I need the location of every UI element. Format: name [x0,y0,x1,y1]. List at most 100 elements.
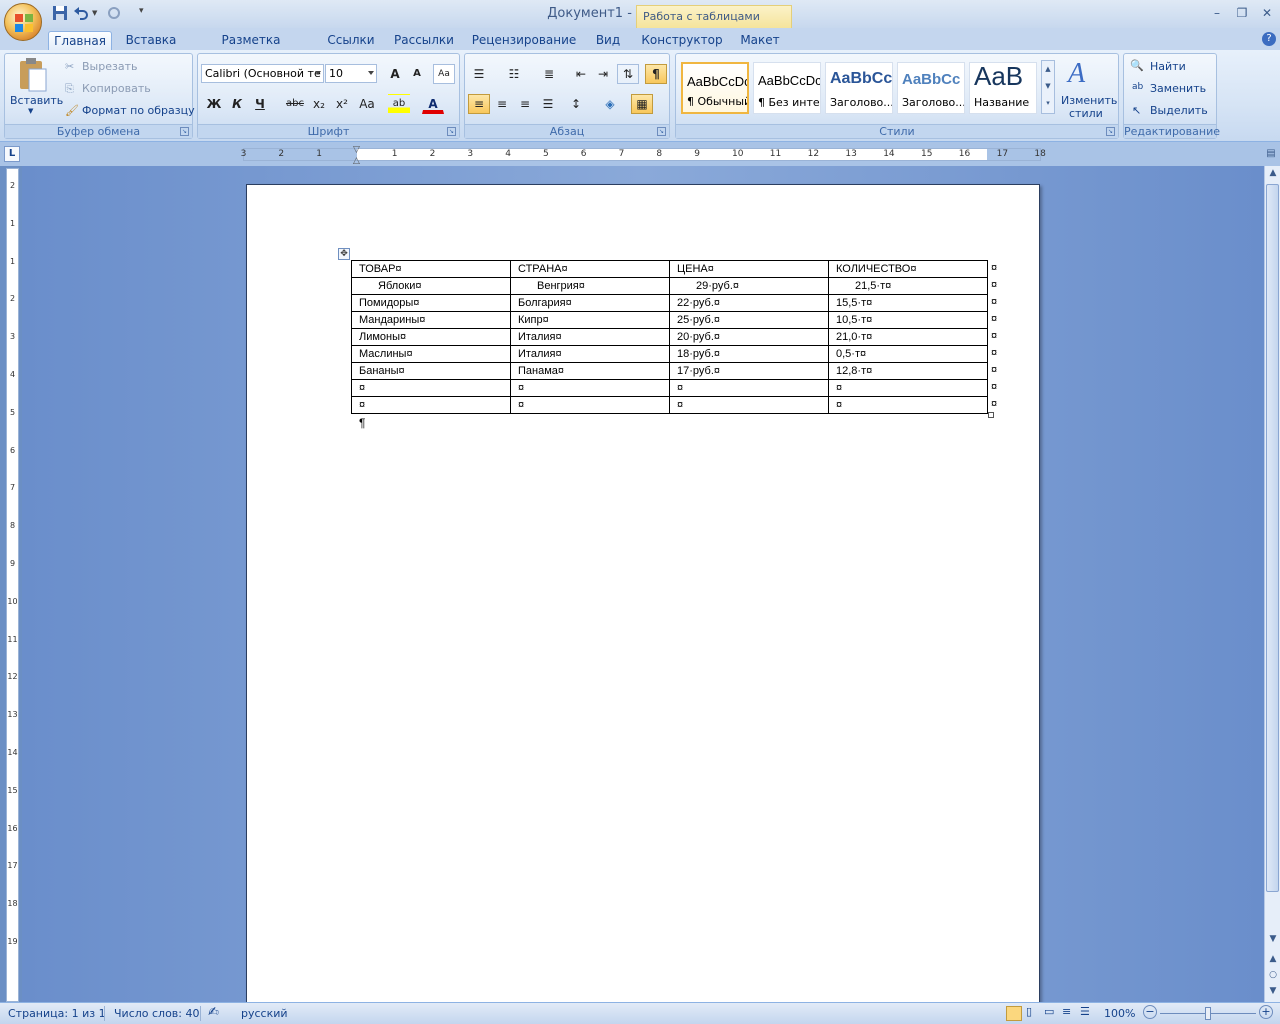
table-cell[interactable]: 15,5·т¤ [828,294,988,312]
replace-button[interactable]: Заменить [1150,82,1206,95]
subscript-button[interactable]: x₂ [308,94,330,114]
table-cell[interactable]: Венгрия¤ [510,277,670,295]
font-color-button[interactable]: A [422,94,444,114]
view-ruler-icon[interactable]: ▤ [1264,148,1278,162]
maximize-button[interactable]: ❐ [1233,6,1251,20]
select-button[interactable]: Выделить [1150,104,1208,117]
shrink-font-button[interactable]: A [406,64,428,84]
table-cell[interactable]: Лимоны¤ [351,328,511,346]
table-cell[interactable]: ¤ [828,396,988,414]
change-styles-label-1[interactable]: Изменить [1061,94,1117,107]
clipboard-launcher-icon[interactable]: ↘ [180,127,189,136]
tab-mailings[interactable]: Рассылки [392,31,456,50]
previous-page-icon[interactable]: ▲ [1267,952,1279,966]
copy-button[interactable]: Копировать [82,82,151,95]
table-cell[interactable]: Италия¤ [510,345,670,363]
left-indent-icon[interactable]: △ [353,156,360,166]
page-count[interactable]: Страница: 1 из 1 [8,1007,106,1020]
italic-button[interactable]: К [226,94,248,114]
decrease-indent-icon[interactable]: ⇤ [570,64,592,84]
table-cell[interactable]: ¤ [351,379,511,397]
browse-object-icon[interactable]: ○ [1267,968,1279,982]
justify-icon[interactable]: ☰ [537,94,559,114]
strikethrough-button[interactable]: abc [284,94,306,114]
font-launcher-icon[interactable]: ↘ [447,127,456,136]
align-right-icon[interactable]: ≡ [514,94,536,114]
style-heading1[interactable]: AaBbCс Заголово... [825,62,893,114]
table-resize-handle[interactable] [988,412,994,418]
table-cell[interactable]: Кипр¤ [510,311,670,329]
draft-icon[interactable]: ☰ [1080,1005,1090,1018]
vertical-scrollbar[interactable]: ▲ ▼ ▲ ○ ▼ [1264,166,1280,1002]
align-center-icon[interactable]: ≡ [491,94,513,114]
change-styles-icon[interactable]: A [1068,58,1085,90]
table-cell[interactable]: ¤ [510,379,670,397]
table-cell[interactable]: Маслины¤ [351,345,511,363]
table-cell[interactable]: 29·руб.¤ [669,277,829,295]
style-no-spacing[interactable]: AaBbCcDc ¶ Без инте... [753,62,821,114]
styles-launcher-icon[interactable]: ↘ [1106,127,1115,136]
zoom-in-icon[interactable]: + [1259,1005,1273,1019]
table-cell[interactable]: Помидоры¤ [351,294,511,312]
tab-insert[interactable]: Вставка [120,31,182,50]
print-layout-icon[interactable] [1006,1006,1022,1021]
change-styles-label-2[interactable]: стили [1069,107,1103,120]
table-cell[interactable]: Бананы¤ [351,362,511,380]
paste-icon[interactable] [17,57,49,93]
horizontal-ruler[interactable]: 3 2 1 1 2 3 4 5 6 7 8 9 10 11 12 13 14 15 16 17 18 [241,148,1046,161]
tab-view[interactable]: Вид [590,31,626,50]
table-cell[interactable]: ¤ [510,396,670,414]
first-line-indent-icon[interactable]: ▽ [353,145,360,155]
table-cell[interactable]: 18·руб.¤ [669,345,829,363]
table-cell[interactable]: КОЛИЧЕСТВО¤ [828,260,988,278]
scroll-down-icon[interactable]: ▼ [1267,932,1279,946]
table-cell[interactable]: ¤ [351,396,511,414]
font-size-dropdown-icon[interactable] [368,71,374,75]
language[interactable]: русский [241,1007,288,1020]
sort-icon[interactable]: ⇅ [617,64,639,84]
proofing-icon[interactable]: ✍ [208,1005,219,1020]
tab-selector-button[interactable]: L [4,146,20,162]
paste-dropdown-icon[interactable]: ▼ [28,107,33,115]
minimize-button[interactable]: – [1208,6,1226,20]
align-left-icon[interactable]: ≡ [468,94,490,114]
table-cell[interactable]: СТРАНА¤ [510,260,670,278]
cut-button[interactable]: Вырезать [82,60,137,73]
table-cell[interactable]: 12,8·т¤ [828,362,988,380]
clear-formatting-icon[interactable]: Aa [433,64,455,84]
tab-layout[interactable]: Макет [734,31,786,50]
find-button[interactable]: Найти [1150,60,1186,73]
table-cell[interactable]: Мандарины¤ [351,311,511,329]
full-screen-reading-icon[interactable]: ▯ [1026,1005,1032,1018]
font-size-field[interactable]: 10 [325,64,377,83]
format-painter-button[interactable]: Формат по образцу [82,104,195,117]
help-icon[interactable]: ? [1262,32,1276,46]
table-cell[interactable]: ЦЕНА¤ [669,260,829,278]
numbering-icon[interactable]: ☷ [503,64,525,84]
table-cell[interactable]: 20·руб.¤ [669,328,829,346]
table-cell[interactable]: 21,0·т¤ [828,328,988,346]
tab-design[interactable]: Конструктор [640,31,724,50]
table-cell[interactable]: Яблоки¤ [351,277,511,295]
table-move-handle-icon[interactable]: ✥ [338,248,350,260]
web-layout-icon[interactable]: ▭ [1044,1005,1054,1018]
tab-home[interactable]: Главная [48,31,112,50]
bold-button[interactable]: Ж [203,94,225,114]
table-cell[interactable]: ТОВАР¤ [351,260,511,278]
change-case-button[interactable]: Aa [356,94,378,114]
show-formatting-marks-icon[interactable]: ¶ [645,64,667,84]
style-normal[interactable]: AaBbCcDc ¶ Обычный [681,62,749,114]
font-name-field[interactable]: Calibri (Основной те [201,64,324,83]
paragraph-launcher-icon[interactable]: ↘ [657,127,666,136]
table-cell[interactable]: 17·руб.¤ [669,362,829,380]
vertical-ruler[interactable]: 2 1 1 2 3 4 5 6 7 8 9 10 11 12 13 14 15 16 17 18 19 [6,168,19,1002]
word-count[interactable]: Число слов: 40 [114,1007,200,1020]
zoom-slider-thumb[interactable] [1205,1007,1211,1020]
table-cell[interactable]: ¤ [669,396,829,414]
scroll-up-icon[interactable]: ▲ [1267,166,1279,180]
line-spacing-icon[interactable]: ↕ [565,94,587,114]
multilevel-list-icon[interactable]: ≣ [538,64,560,84]
superscript-button[interactable]: x² [331,94,353,114]
shading-icon[interactable]: ◈ [599,94,621,114]
table-cell[interactable]: 25·руб.¤ [669,311,829,329]
